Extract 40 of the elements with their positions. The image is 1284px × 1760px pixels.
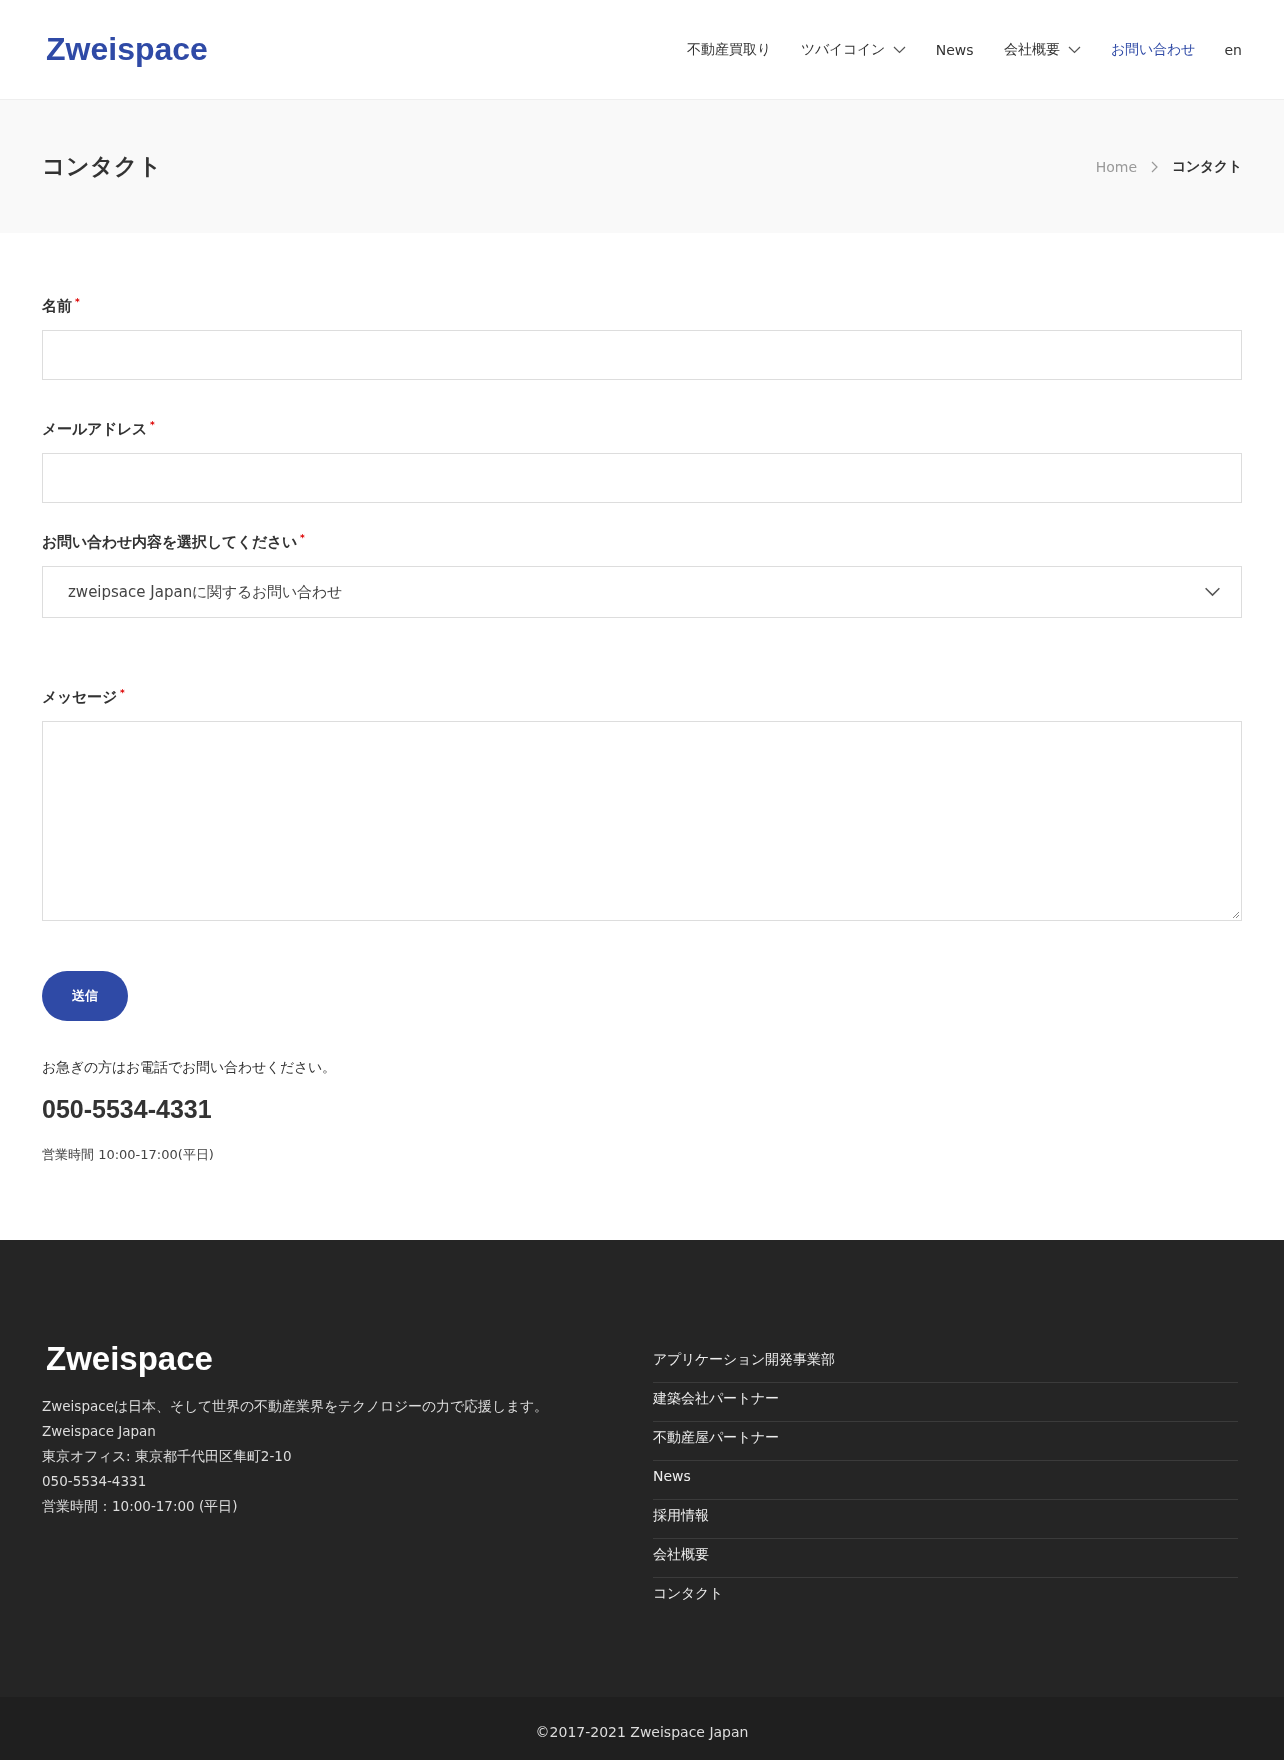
select-field[interactable]: zweipsace Japanに関するお問い合わせ xyxy=(42,566,1242,618)
nav-link[interactable]: ツバイコイン xyxy=(800,40,906,59)
nav-link[interactable]: 会社概要 xyxy=(1003,40,1081,59)
nav-link[interactable]: 不動産買取り xyxy=(686,40,771,59)
chevron-down-icon xyxy=(1067,45,1081,54)
footer-link[interactable]: 採用情報 xyxy=(653,1500,1238,1539)
copyright: ©2017-2021 Zweispace Japan xyxy=(535,1724,749,1740)
footer-link[interactable]: 会社概要 xyxy=(653,1539,1238,1578)
page-title: コンタクト xyxy=(42,152,162,181)
field-label: 名前 * xyxy=(42,297,81,316)
footer-logo[interactable]: Zweispace xyxy=(46,1340,653,1378)
footer-link[interactable]: 不動産屋パートナー xyxy=(653,1422,1238,1461)
footer-text: 東京オフィス: 東京都千代田区隼町2-10 xyxy=(42,1447,293,1466)
chevron-down-icon xyxy=(892,45,906,54)
message-field[interactable] xyxy=(42,721,1242,921)
nav-link[interactable]: en xyxy=(1224,41,1242,58)
phone-number: 050-5534-4331 xyxy=(42,1095,213,1124)
submit-button[interactable]: 送信 xyxy=(42,971,128,1021)
footer-text: 営業時間：10:00-17:00 (平日) xyxy=(42,1497,239,1516)
footer-link[interactable]: 建築会社パートナー xyxy=(653,1383,1238,1422)
contact-note: お急ぎの方はお電話でお問い合わせください。 xyxy=(42,1059,337,1077)
footer-link[interactable]: コンタクト xyxy=(653,1578,1238,1617)
field-label: メッセージ * xyxy=(42,688,126,707)
footer-text: 050-5534-4331 xyxy=(42,1472,148,1491)
footer-text: Zweispace Japan xyxy=(42,1422,157,1441)
footer-text: Zweispaceは日本、そして世界の不動産業界をテクノロジーの力で応援します。 xyxy=(42,1397,549,1416)
chevron-right-icon xyxy=(1151,160,1158,173)
footer-link[interactable]: アプリケーション開発事業部 xyxy=(653,1344,1238,1383)
logo[interactable]: Zweispace xyxy=(46,31,208,68)
input-field[interactable] xyxy=(42,330,1242,380)
business-hours: 営業時間 10:00-17:00(平日) xyxy=(42,1146,215,1164)
field-label: メールアドレス * xyxy=(42,420,156,439)
footer-link[interactable]: News xyxy=(653,1461,1238,1500)
resize-grip-icon[interactable] xyxy=(1232,911,1240,919)
breadcrumb-current: コンタクト xyxy=(1172,157,1242,176)
field-label: お問い合わせ内容を選択してください * xyxy=(42,533,306,552)
chevron-down-icon xyxy=(1204,587,1221,597)
nav-link[interactable]: お問い合わせ xyxy=(1110,40,1195,59)
input-field[interactable] xyxy=(42,453,1242,503)
nav-link[interactable]: News xyxy=(935,41,974,58)
